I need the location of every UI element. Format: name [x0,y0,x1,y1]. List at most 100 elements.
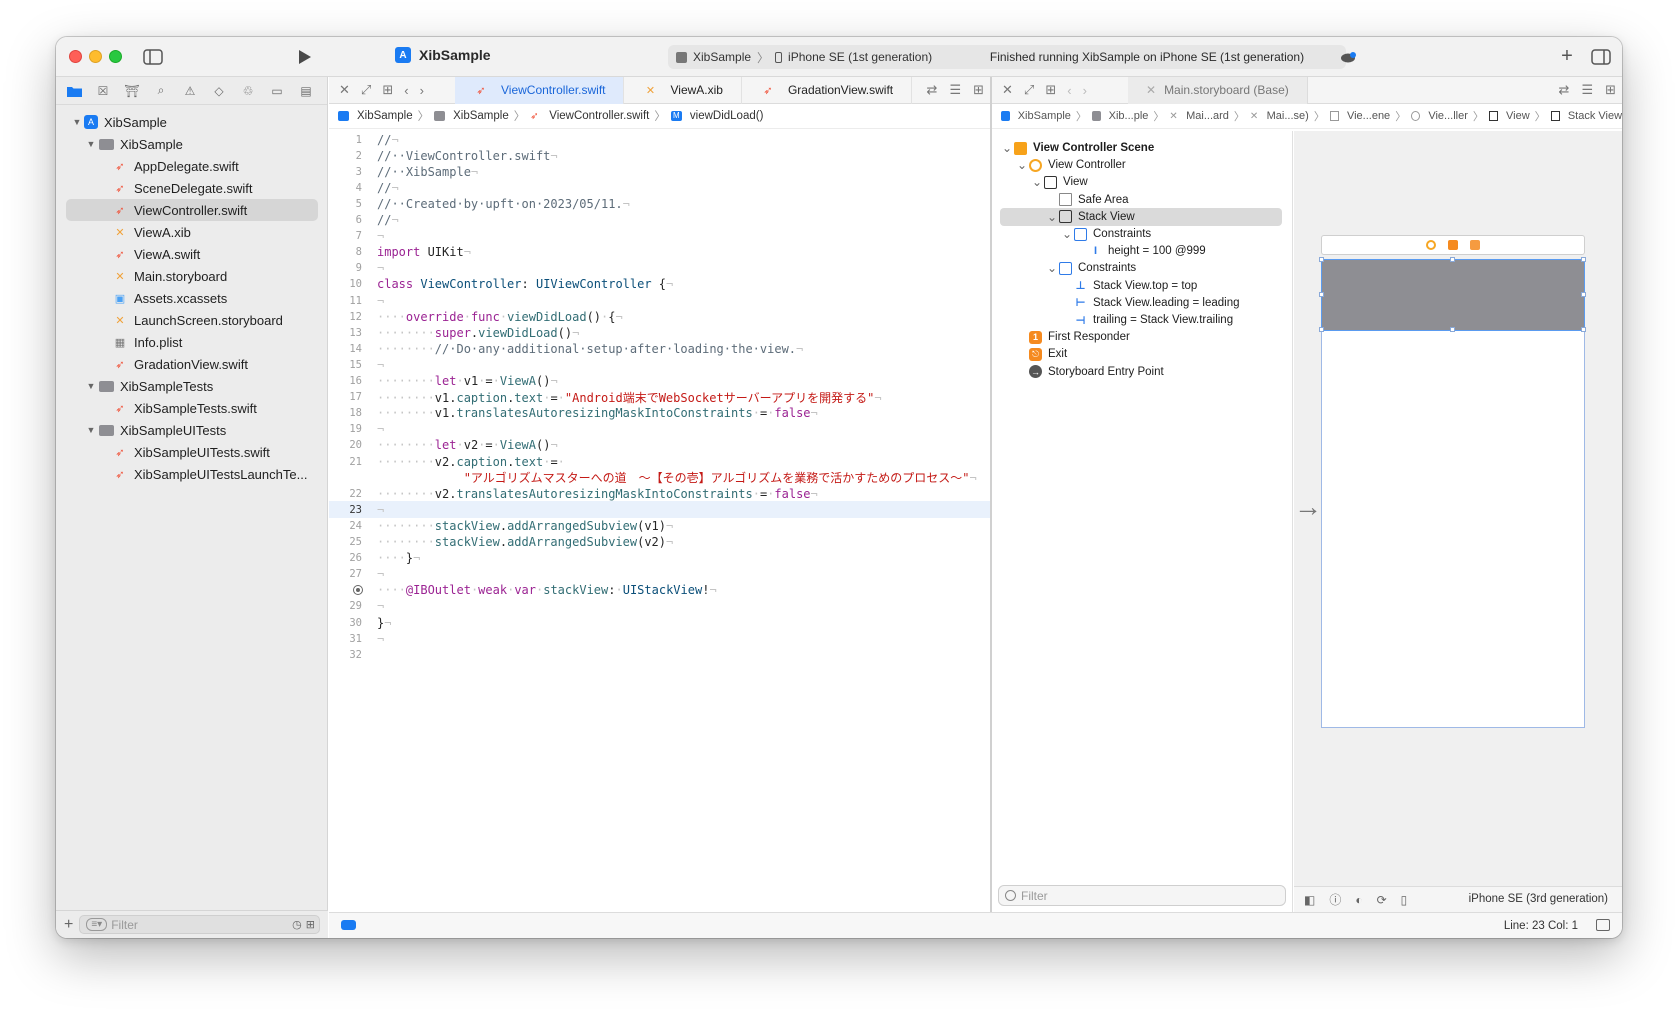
code-line[interactable]: 8 import UIKit¬ [329,244,990,261]
expand-icon[interactable]: ⤢ [361,82,371,98]
code-line[interactable]: 28····@IBOutlet·weak·var·stackView:·UISt… [329,582,990,599]
code-line[interactable]: 6//¬ [329,212,990,229]
back-icon[interactable]: ‹ [404,83,408,98]
navigator-file[interactable]: ✕ ViewA.xib [66,221,318,243]
line-number[interactable]: 16 [329,375,370,387]
play-icon[interactable] [294,46,316,68]
code-line[interactable]: 12 ····override·func·viewDidLoad()·{¬ [329,308,990,325]
navigator-file[interactable]: ➶ SceneDelegate.swift [66,177,318,199]
jump-bar-segment[interactable]: XibSample [453,110,509,122]
line-number[interactable]: 9 [329,262,370,274]
add-editor-icon[interactable]: ⊞ [1605,82,1616,98]
sidebar-toggle-icon[interactable] [142,47,164,67]
code-line[interactable]: 16 ········let·v1·=·ViewA()¬ [329,373,990,390]
cloud-status-icon[interactable] [1338,47,1360,67]
navigator-file[interactable]: ➶ ViewA.swift [66,243,318,265]
code-line[interactable]: 27 ¬ [329,566,990,583]
jump-bar-segment[interactable]: Stack View [1568,110,1622,122]
line-number[interactable]: 28 [329,584,370,596]
zoom-window-button[interactable] [109,50,122,63]
scheme-selector[interactable]: XibSample [693,50,751,64]
code-line[interactable]: 30}¬ [329,614,990,631]
plus-icon[interactable]: + [1556,45,1578,67]
canvas-device-selector[interactable]: iPhone SE (3rd generation) [1469,893,1608,905]
navigator-file[interactable]: ➶ ViewController.swift [66,199,318,221]
entry-point-arrow-icon[interactable]: → [1294,491,1322,523]
line-number[interactable]: 12 [329,311,370,323]
jump-bar-segment[interactable]: XibSample [357,110,413,122]
line-number[interactable]: 25 [329,536,370,548]
code-line[interactable]: 4//¬ [329,179,990,196]
line-number[interactable]: 10 [329,278,370,290]
outline-item[interactable]: ⎋ Exit [1000,345,1282,363]
navigator-file[interactable]: ➶ GradationView.swift [66,353,318,375]
code-line[interactable]: 29 ¬ [329,598,990,615]
navigator-file[interactable]: ✕ Main.storyboard [66,265,318,287]
line-number[interactable]: 13 [329,327,370,339]
line-number[interactable]: 6 [329,214,370,226]
line-number[interactable]: 3 [329,166,370,178]
view-controller-dock-icon[interactable] [1426,240,1436,250]
close-window-button[interactable] [69,50,82,63]
navigator-file[interactable]: ✕ LaunchScreen.storyboard [66,309,318,331]
editor-tab[interactable]: ➶ GradationView.swift [742,76,913,104]
line-number[interactable]: 14 [329,343,370,355]
line-number[interactable]: 8 [329,246,370,258]
activity-viewer[interactable]: XibSample 〉 iPhone SE (1st generation) F… [668,45,1346,69]
code-line[interactable]: 20 ········let·v2·=·ViewA()¬ [329,437,990,454]
chevron-down-icon[interactable]: ⌄ [1000,141,1014,155]
resize-handle[interactable] [1581,257,1586,262]
breakpoint-icon[interactable]: ▭ [269,83,285,99]
chevron-down-icon[interactable]: ⌄ [1045,261,1059,275]
outline-item[interactable]: ⌄ Constraints [1000,259,1282,277]
line-number[interactable]: 17 [329,391,370,403]
editor-options-icon[interactable]: ☰ [1581,82,1593,98]
line-number[interactable]: 15 [329,359,370,371]
debug-icon[interactable]: ♲ [240,83,256,99]
code-line[interactable]: 17 ········v1.caption.text·=·"Android端末でW… [329,389,990,406]
code-line[interactable]: 15 ¬ [329,356,990,373]
code-line[interactable]: 14 ········//·Do·any·additional·setup·aft… [329,340,990,357]
code-line[interactable]: 1//¬ [329,131,990,148]
line-number[interactable]: 19 [329,423,370,435]
line-number[interactable]: 32 [329,649,370,661]
code-line[interactable]: 5//··Created·by·upft·on·2023/05/11.¬ [329,195,990,212]
debug-area-icon[interactable] [1596,919,1610,931]
warning-icon[interactable]: ⚠ [182,83,198,99]
outline-item[interactable]: ⊥ Stack View.top = top [1000,277,1282,295]
navigator-group[interactable]: ▼ XibSampleTests [66,375,318,397]
code-line[interactable]: 2//··ViewController.swift¬ [329,147,990,164]
outline-toggle-icon[interactable]: ◧ [1304,893,1315,907]
chevron-down-icon[interactable]: ▼ [84,139,98,149]
line-number[interactable]: 26 [329,552,370,564]
jump-bar-segment[interactable]: Xib...ple [1109,110,1149,122]
recent-files-icon[interactable]: ◷ [292,918,302,931]
forward-icon[interactable]: › [1083,83,1087,98]
code-line[interactable]: "アルゴリズムマスターへの道 〜【その壱】アルゴリズムを業務で活かすためのプロセ… [329,469,990,486]
code-line[interactable]: 32 [329,646,990,663]
symbol-icon[interactable]: ⛩ [124,83,140,99]
outline-item[interactable]: 1 First Responder [1000,328,1282,346]
code-line[interactable]: 23 ¬ [329,501,990,519]
code-line[interactable]: 22 ········v2.translatesAutoresizingMaskI… [329,485,990,502]
navigator-file[interactable]: ▣ Assets.xcassets [66,287,318,309]
navigator-group[interactable]: ▼ XibSample [66,133,318,155]
debug-area-toggle-icon[interactable] [341,920,356,930]
scm-filter-icon[interactable]: ⊞ [306,918,315,931]
source-control-icon[interactable]: ☒ [95,83,111,99]
jump-bar-segment[interactable]: ViewController.swift [549,110,649,122]
code-line[interactable]: 10 class ViewController: UIViewController… [329,276,990,293]
code-line[interactable]: 31 ¬ [329,630,990,647]
outline-item[interactable]: Safe Area [1000,191,1282,209]
navigator-filter-input[interactable]: ≡▾ Filter ◷ ⊞ [79,915,320,934]
forward-icon[interactable]: › [420,83,424,98]
line-number[interactable]: 29 [329,600,370,612]
resize-handle[interactable] [1319,257,1324,262]
line-number[interactable]: 7 [329,230,370,242]
related-items-icon[interactable]: ⊞ [1045,82,1056,98]
line-number[interactable]: 21 [329,456,370,468]
jump-bar-segment[interactable]: Vie...ene [1347,110,1390,122]
code-line[interactable]: 19 ¬ [329,421,990,438]
chevron-down-icon[interactable]: ▼ [84,425,98,435]
close-editor-icon[interactable]: ✕ [1002,82,1013,98]
